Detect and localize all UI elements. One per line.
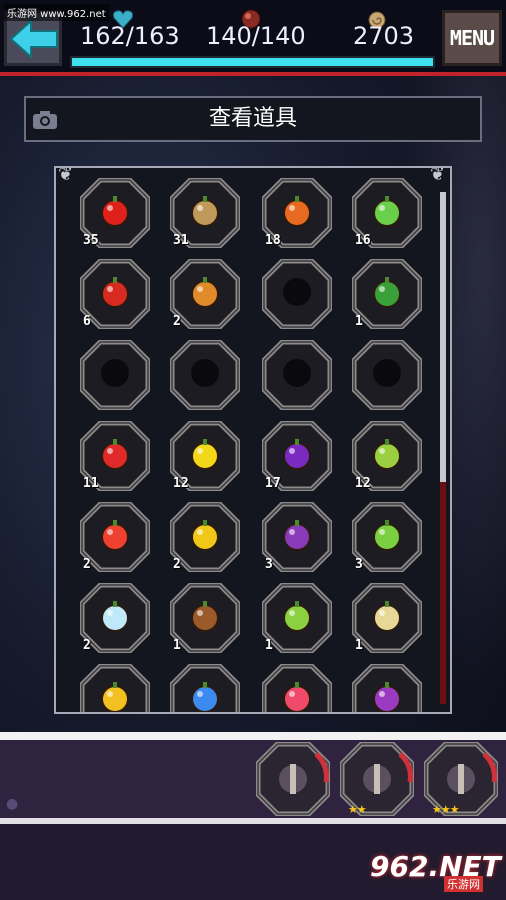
orange-icon (188, 518, 222, 552)
item-slot[interactable] (170, 664, 240, 712)
green-apple-icon (370, 518, 404, 552)
unknown-icon (280, 275, 314, 309)
item-slot[interactable] (170, 340, 240, 410)
hp-value: 162/163 (80, 22, 180, 50)
star-rating: ★★★ (432, 803, 460, 816)
item-slot[interactable]: 1 (262, 583, 332, 653)
unknown-icon (98, 356, 132, 390)
item-slot[interactable]: 3 (262, 502, 332, 572)
item-slot[interactable]: 16 (352, 178, 422, 248)
item-slot[interactable]: 6 (80, 259, 150, 329)
grape-icon (280, 518, 314, 552)
site-logo: 962.NET 乐游网 (366, 850, 501, 894)
blue-apple-icon (188, 680, 222, 712)
equipment-slot[interactable]: ★★★ (424, 742, 498, 816)
hp-bar (70, 56, 435, 68)
item-slot[interactable]: 2 (80, 583, 150, 653)
cucumber-icon (370, 194, 404, 228)
item-count: 1 (173, 638, 181, 653)
strawberry-icon (98, 437, 132, 471)
helmet-icon (279, 752, 329, 794)
item-count: 31 (173, 233, 189, 248)
scrollbar-thumb[interactable] (440, 192, 446, 482)
potato-icon (188, 194, 222, 228)
money-value: 2703 (353, 22, 415, 50)
gold-apple-icon (98, 680, 132, 712)
item-slot[interactable]: 12 (170, 421, 240, 491)
cream-apple-icon (370, 599, 404, 633)
corner-ornament-icon: ❦ (430, 164, 446, 185)
strawberry-icon (98, 518, 132, 552)
item-count: 18 (265, 233, 281, 248)
item-count: 2 (173, 557, 181, 572)
ice-apple-icon (98, 599, 132, 633)
item-count: 12 (173, 476, 189, 491)
item-count: 2 (173, 314, 181, 329)
onion-icon (188, 275, 222, 309)
purple-apple-icon (370, 680, 404, 712)
unknown-icon (188, 356, 222, 390)
carrot-icon (280, 194, 314, 228)
item-slot[interactable] (80, 340, 150, 410)
item-slot[interactable]: 3 (352, 502, 422, 572)
item-count: 2 (83, 557, 91, 572)
menu-button[interactable]: MENU (442, 10, 502, 66)
red-tomato-icon (98, 275, 132, 309)
item-count: 11 (83, 476, 99, 491)
brown-apple-icon (188, 599, 222, 633)
item-slot[interactable]: 12 (352, 421, 422, 491)
item-slot[interactable]: 31 (170, 178, 240, 248)
item-count: 2 (83, 638, 91, 653)
equipment-slot[interactable] (256, 742, 330, 816)
mp-value: 140/140 (206, 22, 306, 50)
header-divider (0, 72, 506, 76)
item-count: 35 (83, 233, 99, 248)
item-slot[interactable]: 2 (170, 259, 240, 329)
item-slot[interactable]: 11 (80, 421, 150, 491)
watermark: 乐游网 www.962.net (4, 4, 109, 21)
item-grid-panel: 35 31 18 16 6 2 1 11 12 17 12 2 2 3 3 2 … (54, 166, 452, 714)
item-slot[interactable] (262, 340, 332, 410)
item-slot[interactable]: 1 (170, 583, 240, 653)
item-slot[interactable] (80, 664, 150, 712)
equipment-slot[interactable]: ★★ (340, 742, 414, 816)
item-slot[interactable]: 1 (352, 583, 422, 653)
broccoli-icon (370, 275, 404, 309)
paw-icon: ● (6, 796, 19, 812)
bottom-divider (0, 732, 506, 740)
corner-ornament-icon: ❦ (58, 164, 74, 185)
lemon-icon (188, 437, 222, 471)
item-count: 12 (355, 476, 371, 491)
item-count: 3 (355, 557, 363, 572)
unknown-icon (280, 356, 314, 390)
pink-apple-icon (280, 680, 314, 712)
star-rating: ★★ (348, 803, 367, 816)
item-slot[interactable] (352, 664, 422, 712)
item-count: 6 (83, 314, 91, 329)
pear-icon (370, 437, 404, 471)
back-arrow-icon (9, 18, 58, 60)
item-slot[interactable] (262, 259, 332, 329)
lime-apple-icon (280, 599, 314, 633)
item-slot[interactable] (262, 664, 332, 712)
item-count: 17 (265, 476, 281, 491)
item-slot[interactable]: 1 (352, 259, 422, 329)
unknown-icon (370, 356, 404, 390)
item-slot[interactable]: 35 (80, 178, 150, 248)
item-count: 1 (265, 638, 273, 653)
item-slot[interactable] (352, 340, 422, 410)
item-count: 1 (355, 638, 363, 653)
tomato-icon (98, 194, 132, 228)
item-count: 1 (355, 314, 363, 329)
item-slot[interactable]: 2 (170, 502, 240, 572)
title-panel: 查看道具 (24, 96, 482, 142)
item-count: 16 (355, 233, 371, 248)
item-slot[interactable]: 18 (262, 178, 332, 248)
logo-subtext: 乐游网 (444, 876, 483, 892)
item-slot[interactable]: 17 (262, 421, 332, 491)
item-slot[interactable]: 2 (80, 502, 150, 572)
page-title: 查看道具 (208, 106, 297, 131)
cherry-icon (280, 437, 314, 471)
item-count: 3 (265, 557, 273, 572)
